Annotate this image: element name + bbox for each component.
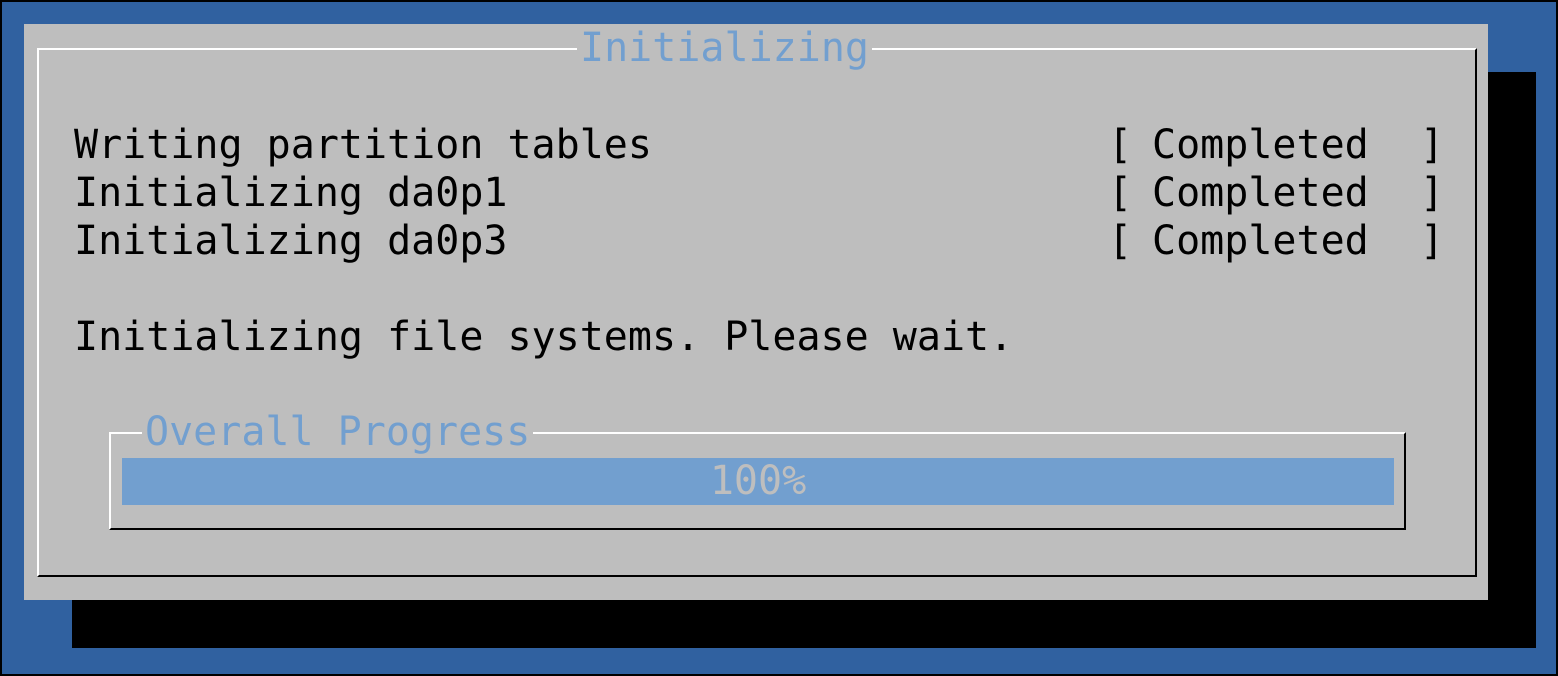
task-label: Writing partition tables — [74, 122, 652, 168]
initializing-dialog: Initializing Writing partition tables [ … — [24, 24, 1488, 600]
status-message: Initializing file systems. Please wait. — [74, 314, 1014, 360]
status-bracket-open: [ — [1108, 170, 1133, 216]
progress-title: Overall Progress — [142, 408, 534, 456]
dialog-title: Initializing — [577, 24, 872, 72]
status-bracket-open: [ — [1108, 122, 1133, 168]
status-bracket-close: ] — [1420, 122, 1445, 168]
task-status: Completed — [1152, 122, 1369, 168]
status-bracket-open: [ — [1108, 218, 1133, 264]
installer-screen: Initializing Writing partition tables [ … — [2, 2, 1556, 674]
progress-percent: 100% — [709, 458, 807, 504]
task-label: Initializing da0p1 — [74, 170, 508, 216]
status-bracket-close: ] — [1420, 218, 1445, 264]
task-status: Completed — [1152, 170, 1369, 216]
progress-bar: 100% — [122, 458, 1394, 505]
status-bracket-close: ] — [1420, 170, 1445, 216]
task-label: Initializing da0p3 — [74, 218, 508, 264]
task-status: Completed — [1152, 218, 1369, 264]
